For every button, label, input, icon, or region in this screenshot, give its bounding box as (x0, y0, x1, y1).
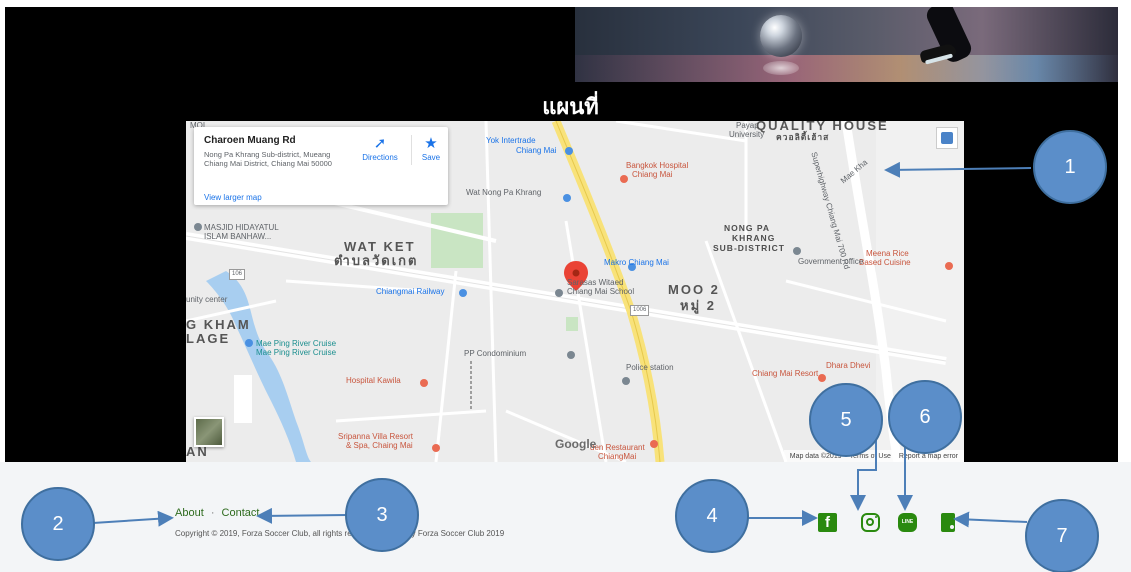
callout-7: 7 (1025, 499, 1099, 572)
callout-6: 6 (888, 380, 962, 454)
annotation-arrows (92, 161, 1032, 528)
callout-3: 3 (345, 478, 419, 552)
callout-2: 2 (21, 487, 95, 561)
callout-1: 1 (1033, 130, 1107, 204)
callout-5: 5 (809, 383, 883, 457)
page: แผนที่ MOI Yok Intertrade Chiang Mai Pay… (0, 0, 1131, 572)
callout-4: 4 (675, 479, 749, 553)
